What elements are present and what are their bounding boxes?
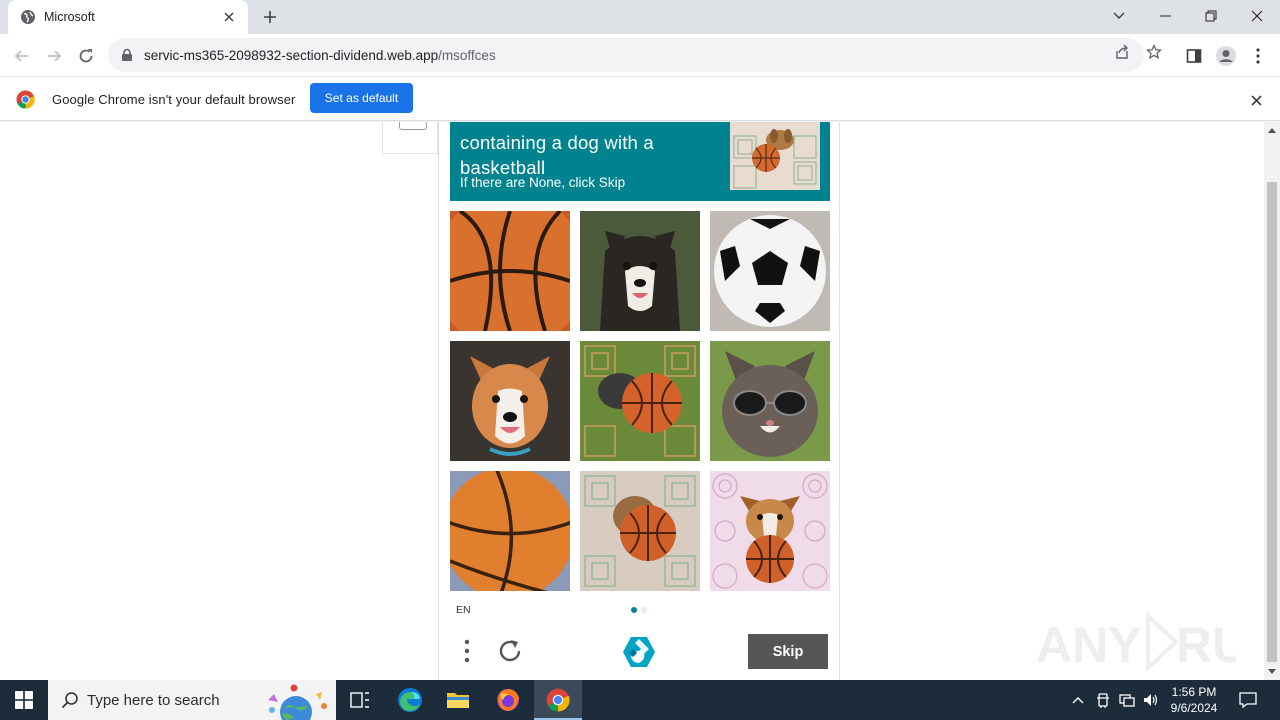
scrollbar-thumb[interactable] [1267,182,1277,662]
watermark-logo: ANY RUN [1036,611,1236,673]
svg-text:RUN: RUN [1176,617,1236,673]
tab-microsoft[interactable]: Microsoft [8,0,248,34]
captcha-challenge: containing a dog with a basketball If th… [438,122,840,680]
url-text: servic-ms365-2098932-section-dividend.we… [144,48,496,63]
bookmark-star-icon[interactable] [1144,42,1164,62]
grid-tile-dog[interactable] [450,341,570,461]
menu-dots-icon[interactable] [459,638,475,666]
restore-button[interactable] [1188,0,1234,32]
reload-icon [79,49,93,63]
taskbar-firefox[interactable] [484,680,532,720]
address-bar[interactable]: servic-ms365-2098932-section-dividend.we… [108,38,1144,72]
skip-button[interactable]: Skip [748,634,828,669]
search-highlight-icon [268,684,327,720]
grid-tile-dog-with-basketball[interactable] [580,471,700,591]
start-button[interactable] [0,680,48,720]
taskbar-edge[interactable] [386,680,434,720]
hcaptcha-logo-icon [623,637,655,667]
chevron-up-icon [1072,697,1084,704]
language-selector[interactable]: EN [456,604,471,616]
grid-tile-basketball[interactable] [450,471,570,591]
window-close-button[interactable] [1234,0,1280,32]
firefox-icon [497,689,519,711]
forward-button[interactable] [40,42,68,70]
tab-search-icon[interactable] [1096,0,1142,32]
default-browser-infobar: Google Chrome isn't your default browser… [0,78,1280,121]
scroll-up-icon[interactable] [1268,126,1276,134]
lock-icon [122,48,132,61]
scroll-down-icon[interactable] [1268,668,1276,676]
prompt-subtext: If there are None, click Skip [460,175,626,190]
show-hidden-icons-button[interactable] [1068,680,1088,720]
edge-icon [398,688,422,712]
chrome-icon [546,688,570,712]
refresh-icon[interactable] [497,637,525,665]
url-path: /msoffces [438,47,496,63]
prompt-text-line1: containing a dog with a [460,132,654,153]
task-view-icon [350,692,369,708]
taskbar-file-explorer[interactable] [434,680,482,720]
tray-device-icon[interactable] [1092,680,1114,720]
image-grid [450,211,830,591]
volume-icon[interactable] [1140,680,1162,720]
windows-taskbar: Type here to search 1:56 PM 9/6/2024 [0,680,1280,720]
grid-tile-dog[interactable] [580,211,700,331]
globe-icon [21,10,35,24]
search-placeholder: Type here to search [87,691,220,709]
clock-date: 9/6/2024 [1170,701,1218,715]
grid-tile-soccer-ball[interactable] [710,211,830,331]
challenge-prompt: containing a dog with a basketball If th… [450,122,830,201]
tab-strip: Microsoft [0,0,1280,34]
url-host: servic-ms365-2098932-section-dividend.we… [144,47,439,63]
folder-icon [447,693,469,708]
reload-button[interactable] [72,42,100,70]
page-dot-active [631,607,637,613]
system-clock[interactable]: 1:56 PM 9/6/2024 [1164,684,1224,716]
taskbar-chrome[interactable] [534,680,582,720]
side-panel-icon[interactable] [1182,44,1206,68]
checkbox-widget [382,122,438,154]
chrome-menu-icon[interactable] [1246,44,1270,68]
taskbar-search[interactable]: Type here to search [48,680,336,720]
infobar-message: Google Chrome isn't your default browser [52,92,296,107]
page-scrollbar[interactable] [1264,122,1280,680]
new-tab-button[interactable] [258,6,282,28]
profile-avatar-icon[interactable] [1214,44,1238,68]
back-button[interactable] [8,42,36,70]
grid-tile-cat-with-sunglasses[interactable] [710,341,830,461]
browser-toolbar: servic-ms365-2098932-section-dividend.we… [0,34,1280,77]
captcha-checkbox[interactable] [399,122,427,130]
search-icon [61,692,78,709]
forward-arrow-icon [48,50,62,62]
chrome-logo-icon [16,90,35,109]
network-icon[interactable] [1116,680,1138,720]
tab-title: Microsoft [44,10,95,24]
infobar-close-icon[interactable] [1246,90,1266,110]
notification-center-button[interactable] [1228,680,1268,720]
svg-text:ANY: ANY [1036,617,1142,673]
task-view-button[interactable] [336,680,384,720]
page-indicator [631,607,647,613]
notification-icon [1239,692,1257,708]
page-dot [641,607,647,613]
grid-tile-dog-with-basketball[interactable] [580,341,700,461]
clock-time: 1:56 PM [1171,685,1217,699]
minimize-button[interactable] [1142,0,1188,32]
grid-tile-dog-with-basketball[interactable] [710,471,830,591]
sample-image [730,122,820,190]
page-viewport: containing a dog with a basketball If th… [0,122,1264,680]
back-arrow-icon [14,50,28,62]
windows-logo-icon [15,691,33,709]
set-as-default-button[interactable]: Set as default [310,83,413,113]
grid-tile-basketball[interactable] [450,211,570,331]
share-icon[interactable] [1112,42,1132,62]
tab-close-icon[interactable] [220,8,238,26]
